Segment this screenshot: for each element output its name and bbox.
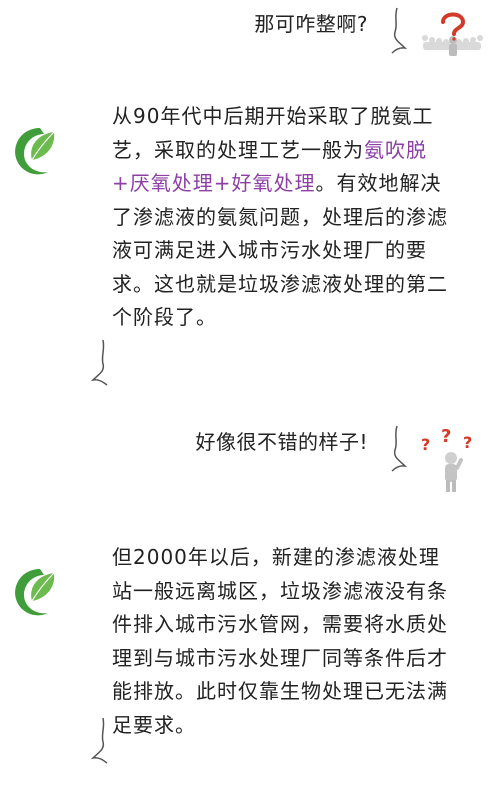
answer-paragraph-1: 从90年代中后期开始采取了脱氨工艺，采取的处理工艺一般为氨吹脱+厌氧处理+好氧处… (112, 100, 452, 335)
speech-brace-left-2 (90, 717, 108, 764)
svg-text:?: ? (463, 433, 472, 452)
thinking-person-icon: ? ? ? (421, 428, 472, 492)
question-text-1: 那可咋整啊? (254, 12, 368, 36)
svg-text:?: ? (421, 435, 430, 454)
speech-brace-right-2 (391, 425, 408, 472)
brand-leaf-logo-2 (15, 569, 55, 616)
svg-text:?: ? (441, 428, 451, 447)
speech-brace-left-1 (90, 339, 108, 386)
question-text-2: 好像很不错的样子! (195, 430, 368, 454)
brand-leaf-logo (15, 128, 55, 175)
crowd-question-icon (422, 12, 483, 56)
speech-brace-right-1 (391, 7, 408, 54)
answer-paragraph-2: 但2000年以后，新建的渗滤液处理站一般远离城区，垃圾渗滤液没有条件排入城市污水… (112, 545, 448, 737)
